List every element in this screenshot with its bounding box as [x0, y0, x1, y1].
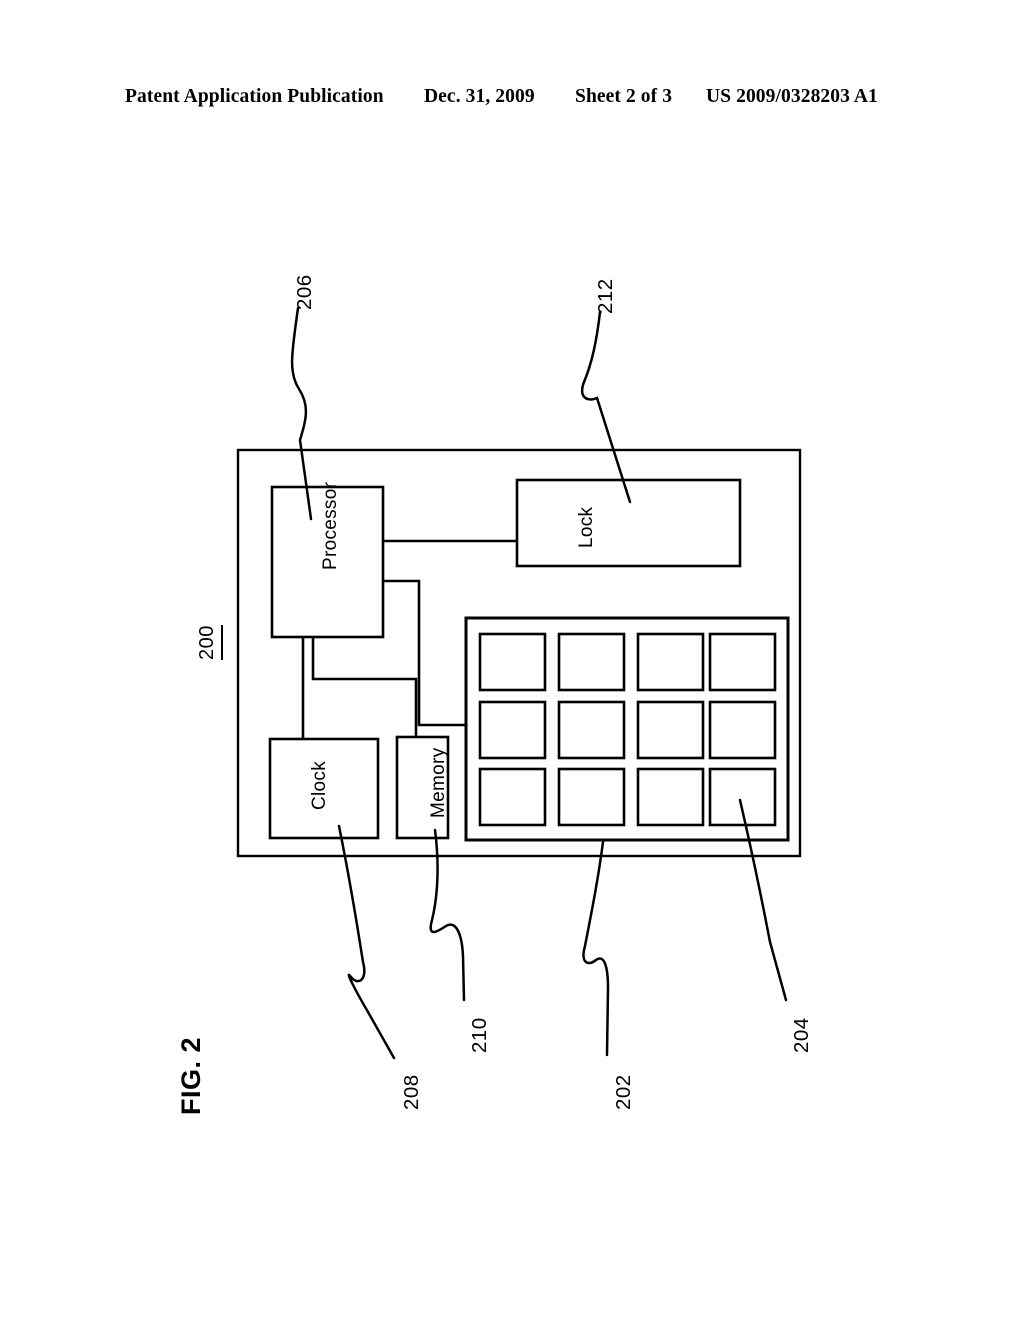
keypad-key[interactable] [478, 767, 547, 827]
lead-line-208 [337, 824, 396, 1060]
figure-vector-graphics [236, 306, 802, 1060]
keypad-key[interactable] [636, 767, 705, 827]
reference-numeral-204: 204 [790, 1017, 813, 1053]
keypad-key[interactable] [708, 632, 777, 692]
reference-numeral-206: 206 [293, 274, 316, 310]
reference-numeral-210: 210 [468, 1017, 491, 1053]
keypad-key[interactable] [636, 632, 705, 692]
keypad-key[interactable] [557, 767, 626, 827]
assembly-reference-numeral: 200 [196, 625, 223, 660]
clock-block-label: Clock [309, 760, 330, 810]
lead-line-202 [582, 840, 610, 1057]
keypad-key[interactable] [478, 700, 547, 760]
lock-block-box [515, 478, 742, 568]
keypad-outer-box [464, 616, 790, 842]
keypad-key[interactable] [557, 700, 626, 760]
keypad-key[interactable] [636, 700, 705, 760]
lock-block-label: Lock [576, 506, 597, 548]
memory-block-label: Memory [428, 747, 449, 818]
reference-numeral-208: 208 [400, 1074, 423, 1110]
lead-line-204 [738, 798, 788, 1002]
connector-processor-to-memory [311, 637, 418, 737]
figure-2-drawing: FIG. 2 200 Processor Lock Clock Memory 2… [0, 0, 1024, 1320]
keypad-key[interactable] [557, 632, 626, 692]
keypad-key[interactable] [478, 632, 547, 692]
reference-numeral-202: 202 [612, 1074, 635, 1110]
keypad-key[interactable] [708, 700, 777, 760]
processor-block-label: Processor [320, 481, 341, 570]
keypad-key[interactable] [708, 767, 777, 827]
connector-processor-to-keypad [383, 579, 466, 727]
keypad-key-grid [478, 632, 777, 827]
figure-caption: FIG. 2 [176, 1036, 206, 1115]
reference-numeral-212: 212 [594, 278, 617, 314]
lead-line-212 [580, 310, 632, 504]
